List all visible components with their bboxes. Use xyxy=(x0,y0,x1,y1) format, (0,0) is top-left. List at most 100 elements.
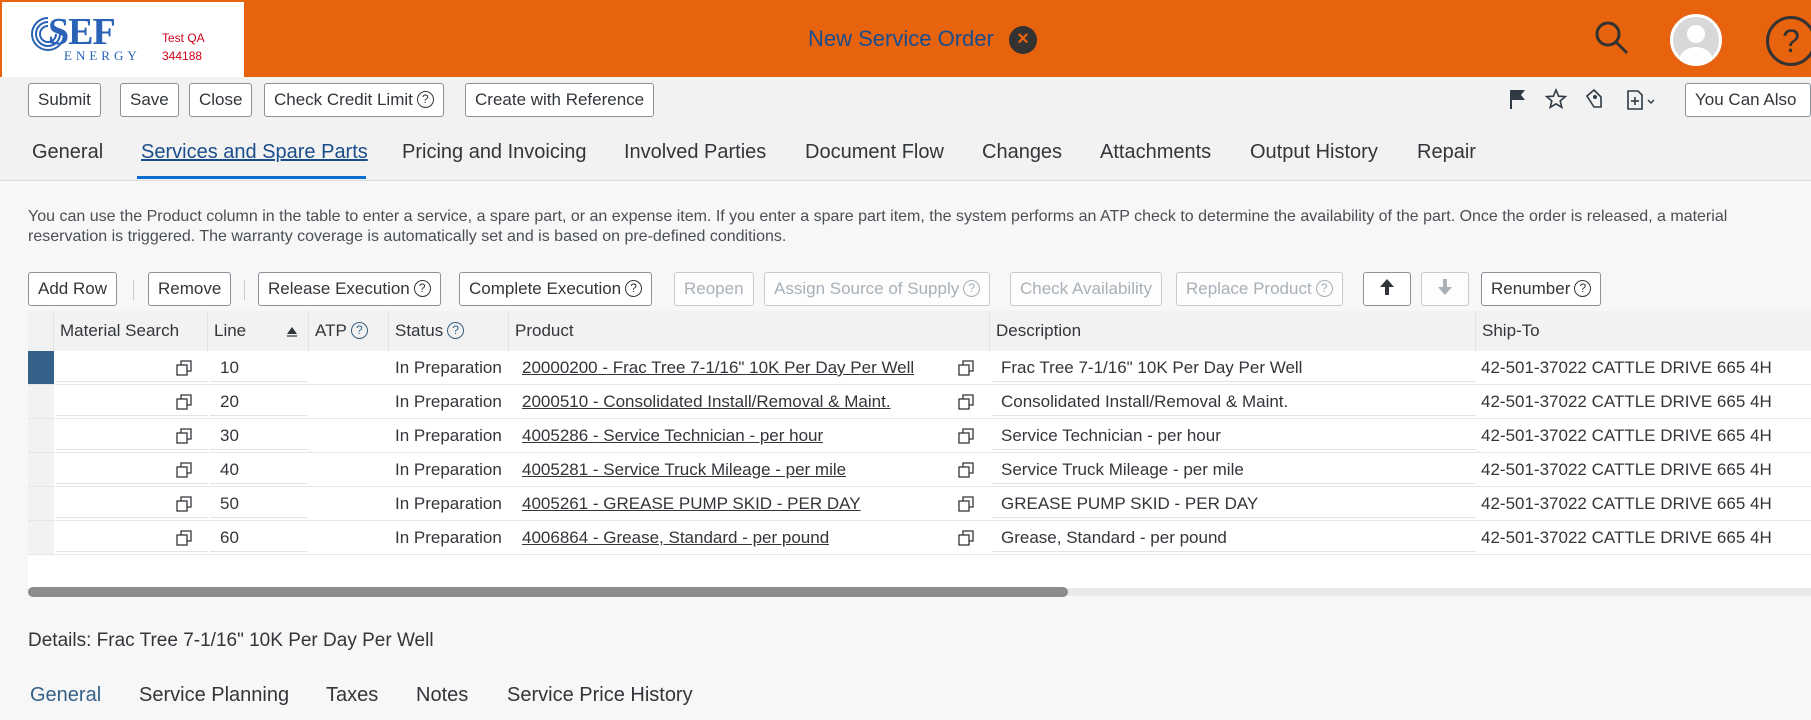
company-logo[interactable]: SEF ENERGY Test QA 344188 xyxy=(2,2,244,77)
close-app-icon[interactable]: × xyxy=(1009,26,1037,54)
product-value-help-icon[interactable] xyxy=(958,530,974,546)
move-up-button[interactable] xyxy=(1363,272,1411,306)
ship-to-cell: 42-501-37022 CATTLE DRIVE 665 4H xyxy=(1481,494,1772,513)
help-circle-icon: ? xyxy=(413,280,431,297)
tab-involved-parties[interactable]: Involved Parties xyxy=(624,141,766,164)
environment-label: Test QA 344188 xyxy=(162,29,205,65)
flag-icon[interactable] xyxy=(1508,88,1528,110)
close-button[interactable]: Close xyxy=(189,83,253,117)
tab-general[interactable]: General xyxy=(32,141,103,164)
tab-pricing-and-invoicing[interactable]: Pricing and Invoicing xyxy=(402,141,587,164)
tab-document-flow[interactable]: Document Flow xyxy=(805,141,944,164)
search-icon[interactable] xyxy=(1594,20,1630,56)
ship-to-cell: 42-501-37022 CATTLE DRIVE 665 4H xyxy=(1481,460,1772,479)
help-circle-icon: ? xyxy=(1315,280,1333,297)
remove-button[interactable]: Remove xyxy=(148,272,232,306)
complete-execution-button[interactable]: Complete Execution? xyxy=(459,272,653,306)
product-value-help-icon[interactable] xyxy=(958,462,974,478)
tab-services-and-spare-parts[interactable]: Services and Spare Parts xyxy=(141,141,368,164)
product-link[interactable]: 2000510 - Consolidated Install/Removal &… xyxy=(522,385,891,419)
help-icon[interactable]: ? xyxy=(1766,16,1811,66)
save-button[interactable]: Save xyxy=(120,83,179,117)
renumber-label: Renumber xyxy=(1491,279,1571,298)
tab-output-history[interactable]: Output History xyxy=(1250,141,1378,164)
column-header-atp[interactable]: ATP? xyxy=(309,311,389,351)
description-cell: Consolidated Install/Removal & Maint. xyxy=(1001,392,1289,411)
select-all-cell[interactable] xyxy=(28,311,54,351)
column-header-status[interactable]: Status? xyxy=(389,311,509,351)
tab-changes[interactable]: Changes xyxy=(982,141,1062,164)
user-avatar[interactable] xyxy=(1670,14,1722,66)
create-with-reference-button[interactable]: Create with Reference xyxy=(465,83,655,117)
replace-product-button[interactable]: Replace Product? xyxy=(1176,272,1343,306)
value-help-icon[interactable] xyxy=(176,360,192,376)
check-credit-limit-label: Check Credit Limit xyxy=(274,90,413,109)
tab-attachments[interactable]: Attachments xyxy=(1100,141,1211,164)
separator xyxy=(133,280,134,300)
description-cell: GREASE PUMP SKID - PER DAY xyxy=(1001,494,1259,513)
shell-bar: SEF ENERGY Test QA 344188 New Service Or… xyxy=(0,0,1811,77)
product-link[interactable]: 20000200 - Frac Tree 7-1/16" 10K Per Day… xyxy=(522,351,914,385)
subtab-general[interactable]: General xyxy=(30,684,101,707)
complete-execution-label: Complete Execution xyxy=(469,279,622,298)
value-help-icon[interactable] xyxy=(176,462,192,478)
user-icon xyxy=(1679,25,1713,63)
tag-icon[interactable] xyxy=(1584,88,1604,110)
value-help-icon[interactable] xyxy=(176,394,192,410)
product-value-help-icon[interactable] xyxy=(958,360,974,376)
check-availability-button[interactable]: Check Availability xyxy=(1010,272,1162,306)
product-value-help-icon[interactable] xyxy=(958,428,974,444)
subtab-notes[interactable]: Notes xyxy=(416,684,468,707)
product-link[interactable]: 4005281 - Service Truck Mileage - per mi… xyxy=(522,453,846,487)
submit-button[interactable]: Submit xyxy=(28,83,101,117)
check-credit-limit-button[interactable]: Check Credit Limit? xyxy=(264,83,444,117)
table-row[interactable]: 40 In Preparation 4005281 - Service Truck … xyxy=(28,453,1811,487)
table-row[interactable]: 10 In Preparation 20000200 - Frac Tree 7-1… xyxy=(28,351,1811,385)
table-row[interactable]: 60 In Preparation 4006864 - Grease, Standa… xyxy=(28,521,1811,555)
app-title[interactable]: New Service Order xyxy=(808,26,994,52)
subtab-taxes[interactable]: Taxes xyxy=(326,684,378,707)
status-cell: In Preparation xyxy=(395,494,502,513)
column-header-product[interactable]: Product xyxy=(509,311,990,351)
column-header-material-search[interactable]: Material Search xyxy=(54,311,208,351)
tab-repair[interactable]: Repair xyxy=(1417,141,1476,164)
product-value-help-icon[interactable] xyxy=(958,496,974,512)
table-row[interactable]: 30 In Preparation 4005286 - Service Techni… xyxy=(28,419,1811,453)
reopen-button[interactable]: Reopen xyxy=(674,272,754,306)
table-row[interactable]: 50 In Preparation 4005261 - GREASE PUMP SK… xyxy=(28,487,1811,521)
status-header-label: Status xyxy=(395,321,444,340)
description-cell: Service Truck Mileage - per mile xyxy=(1001,460,1244,479)
value-help-icon[interactable] xyxy=(176,496,192,512)
line-cell: 40 xyxy=(220,460,239,479)
column-header-description[interactable]: Description xyxy=(990,311,1476,351)
move-down-button[interactable] xyxy=(1421,272,1469,306)
assign-source-label: Assign Source of Supply xyxy=(774,279,960,298)
product-link[interactable]: 4006864 - Grease, Standard - per pound xyxy=(522,521,829,555)
arrow-down-icon xyxy=(1438,279,1452,295)
product-value-help-icon[interactable] xyxy=(958,394,974,410)
add-document-icon[interactable] xyxy=(1624,88,1658,112)
line-header-label: Line xyxy=(214,321,247,340)
favorite-star-icon[interactable] xyxy=(1545,88,1567,110)
environment-name: Test QA xyxy=(162,31,205,45)
value-help-icon[interactable] xyxy=(176,530,192,546)
you-can-also-button[interactable]: You Can Also xyxy=(1685,83,1811,117)
add-row-button[interactable]: Add Row xyxy=(28,272,117,306)
column-header-line[interactable]: Line xyxy=(208,311,309,351)
renumber-button[interactable]: Renumber? xyxy=(1481,272,1602,306)
details-title: Details: Frac Tree 7-1/16" 10K Per Day P… xyxy=(28,630,434,651)
subtab-service-planning[interactable]: Service Planning xyxy=(139,684,289,707)
table-row[interactable]: 20 In Preparation 2000510 - Consolidated I… xyxy=(28,385,1811,419)
info-text: You can use the Product column in the ta… xyxy=(28,208,1728,245)
product-link[interactable]: 4005261 - GREASE PUMP SKID - PER DAY xyxy=(522,487,861,521)
ship-to-cell: 42-501-37022 CATTLE DRIVE 665 4H xyxy=(1481,358,1772,377)
release-execution-button[interactable]: Release Execution? xyxy=(258,272,441,306)
assign-source-of-supply-button[interactable]: Assign Source of Supply? xyxy=(764,272,991,306)
ship-to-cell: 42-501-37022 CATTLE DRIVE 665 4H xyxy=(1481,426,1772,445)
value-help-icon[interactable] xyxy=(176,428,192,444)
horizontal-scrollbar-thumb[interactable] xyxy=(28,587,1068,597)
column-header-ship-to[interactable]: Ship-To xyxy=(1476,311,1811,351)
status-cell: In Preparation xyxy=(395,528,502,547)
product-link[interactable]: 4005286 - Service Technician - per hour xyxy=(522,419,823,453)
subtab-service-price-history[interactable]: Service Price History xyxy=(507,684,693,707)
